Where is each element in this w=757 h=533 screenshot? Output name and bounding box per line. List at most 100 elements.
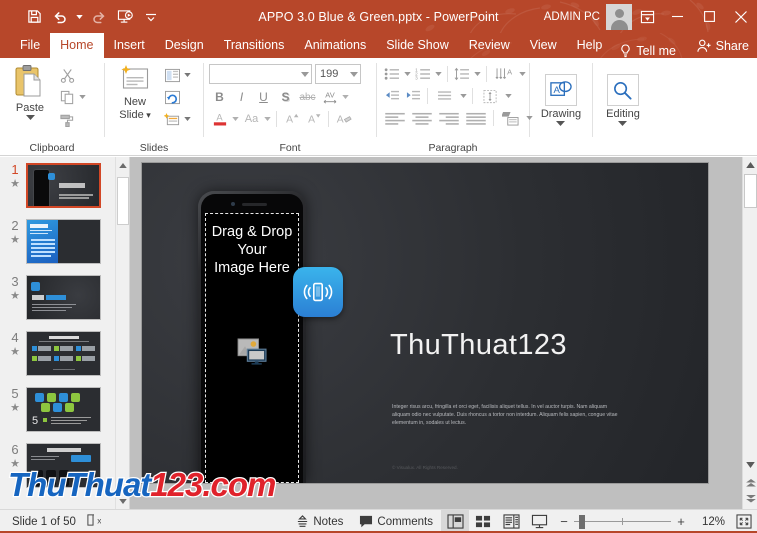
thumbnail-scroll-down-icon[interactable] (116, 493, 129, 509)
increase-font-size-button[interactable]: A (281, 109, 302, 129)
tab-review[interactable]: Review (459, 33, 520, 58)
slide-sorter-icon[interactable] (469, 510, 497, 533)
text-direction-button[interactable]: A (491, 64, 517, 84)
font-size-caret-icon[interactable] (350, 71, 358, 77)
zoom-level-label[interactable]: 12% (691, 516, 725, 528)
slide-thumbnail-1[interactable]: 1 ★ (0, 163, 115, 211)
font-color-caret-icon[interactable] (231, 110, 240, 128)
drawing-group-button[interactable]: A Drawing (537, 72, 585, 128)
undo-dropdown-caret-icon[interactable] (74, 5, 85, 29)
reading-view-icon[interactable] (497, 510, 525, 533)
underline-button[interactable]: U (253, 87, 274, 107)
picture-placeholder-icon[interactable] (237, 338, 267, 370)
text-shadow-button[interactable]: S (275, 87, 296, 107)
clear-formatting-button[interactable]: A (333, 109, 354, 129)
line-spacing-button[interactable] (452, 64, 472, 84)
font-name-combobox[interactable] (209, 64, 312, 84)
increase-indent-button[interactable] (403, 86, 423, 106)
tell-me-search[interactable]: Tell me (620, 44, 676, 58)
thumbnail-scroll-up-icon[interactable] (116, 157, 129, 173)
close-button[interactable] (725, 0, 757, 33)
thumbnail-scroll-thumb[interactable] (117, 177, 129, 225)
section-caret-icon[interactable] (183, 110, 192, 128)
slide-scroll-thumb[interactable] (744, 174, 757, 208)
image-drop-placeholder[interactable]: Drag & Drop Your Image Here (205, 213, 299, 483)
copy-caret-icon[interactable] (78, 88, 87, 106)
ribbon-group-editing[interactable]: Editing (593, 58, 653, 156)
slide-1-preview[interactable] (26, 163, 101, 208)
bullets-caret-icon[interactable] (403, 65, 412, 83)
tab-transitions[interactable]: Transitions (214, 33, 295, 58)
share-button[interactable]: Share (697, 33, 749, 58)
numbering-button[interactable]: 123 (413, 64, 433, 84)
numbering-caret-icon[interactable] (434, 65, 443, 83)
slide-thumbnail-6[interactable]: 6 ★ (0, 443, 115, 491)
zoom-slider[interactable] (574, 510, 671, 533)
slide-5-preview[interactable]: 5 (26, 387, 101, 432)
tab-insert[interactable]: Insert (104, 33, 155, 58)
undo-icon[interactable] (48, 5, 72, 29)
slide-thumbnail-4[interactable]: 4 ★ (0, 331, 115, 379)
paste-button[interactable]: Paste (5, 62, 55, 122)
tab-file[interactable]: File (10, 33, 50, 58)
format-painter-button[interactable] (57, 109, 77, 129)
font-color-button[interactable]: A (209, 109, 230, 129)
slide-show-icon[interactable] (525, 510, 553, 533)
zoom-slider-handle[interactable] (579, 514, 585, 529)
tab-view[interactable]: View (520, 33, 567, 58)
zoom-out-button[interactable]: − (559, 514, 569, 529)
align-right-button[interactable] (436, 108, 462, 128)
decrease-font-size-button[interactable]: A (303, 109, 324, 129)
slide-6-preview[interactable] (26, 443, 101, 488)
zoom-control[interactable]: − + 12% (553, 510, 731, 533)
bullets-button[interactable] (382, 64, 402, 84)
tab-design[interactable]: Design (155, 33, 214, 58)
tab-help[interactable]: Help (567, 33, 613, 58)
align-left-button[interactable] (382, 108, 408, 128)
slide-3-animation-icon[interactable]: ★ (4, 290, 26, 302)
editing-group-button[interactable]: Editing (602, 72, 644, 128)
align-text-caret-icon[interactable] (504, 87, 513, 105)
layout-button[interactable] (162, 65, 182, 85)
align-text-button[interactable] (477, 86, 503, 106)
align-center-button[interactable] (409, 108, 435, 128)
slide-3-preview[interactable] (26, 275, 101, 320)
customize-qat-icon[interactable] (139, 5, 163, 29)
accessibility-check-icon[interactable]: x (86, 513, 102, 530)
font-name-caret-icon[interactable] (301, 71, 309, 77)
start-presentation-icon[interactable] (113, 5, 137, 29)
slide-6-animation-icon[interactable]: ★ (4, 458, 26, 470)
character-spacing-caret-icon[interactable] (341, 88, 350, 106)
ribbon-display-options-icon[interactable] (633, 0, 661, 33)
fit-to-window-button[interactable] (731, 510, 757, 533)
drawing-caret-icon[interactable] (556, 121, 566, 126)
slide-thumbnail-3[interactable]: 3 ★ (0, 275, 115, 323)
slide-vertical-scrollbar[interactable] (742, 157, 757, 509)
tab-slide-show[interactable]: Slide Show (376, 33, 459, 58)
thumbnail-scrollbar[interactable] (115, 157, 129, 509)
avatar[interactable] (606, 3, 632, 30)
slide-2-preview[interactable] (26, 219, 101, 264)
slide-4-preview[interactable] (26, 331, 101, 376)
account-area[interactable]: ADMIN PC (544, 0, 632, 33)
slide-2-animation-icon[interactable]: ★ (4, 234, 26, 246)
editing-caret-icon[interactable] (618, 121, 628, 126)
slide-body-text[interactable]: Integer risus arcu, fringilla et orci eg… (392, 403, 622, 428)
minimize-button[interactable] (661, 0, 693, 33)
character-spacing-button[interactable]: AV (319, 87, 340, 107)
bold-button[interactable]: B (209, 87, 230, 107)
change-case-button[interactable]: Aa (241, 109, 262, 129)
slide-4-animation-icon[interactable]: ★ (4, 346, 26, 358)
line-spacing-caret-icon[interactable] (473, 65, 482, 83)
new-slide-button[interactable]: New Slide ▾ (110, 62, 160, 124)
zoom-in-button[interactable]: + (676, 514, 686, 529)
slide-thumbnail-5[interactable]: 5 ★ 5 (0, 387, 115, 435)
ribbon-group-drawing[interactable]: A Drawing (530, 58, 592, 156)
comments-button[interactable]: Comments (351, 510, 441, 533)
columns-caret-icon[interactable] (459, 87, 468, 105)
section-button[interactable] (162, 109, 182, 129)
tab-home[interactable]: Home (50, 33, 104, 58)
tab-animations[interactable]: Animations (294, 33, 376, 58)
slide-scroll-down-icon[interactable] (743, 457, 757, 473)
font-size-combobox[interactable]: 199 (315, 64, 361, 84)
